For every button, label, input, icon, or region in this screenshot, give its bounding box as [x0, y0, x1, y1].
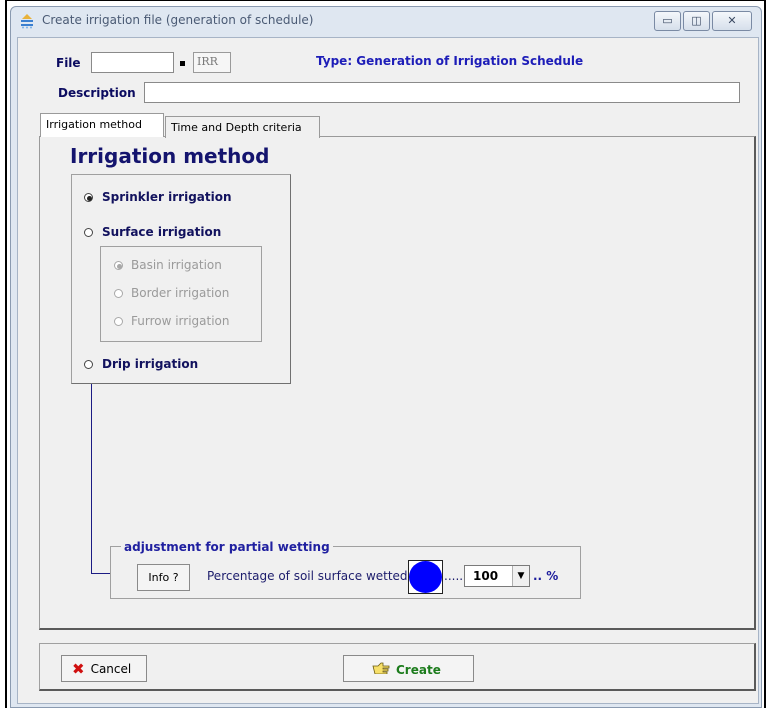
surface-label[interactable]: Surface irrigation: [102, 225, 221, 239]
drip-label[interactable]: Drip irrigation: [102, 357, 198, 371]
file-extension: IRR: [193, 52, 231, 73]
wetted-percentage-label: Percentage of soil surface wetted.: [207, 569, 412, 583]
extension-separator: [180, 61, 185, 66]
irrigation-app-icon: [19, 13, 35, 29]
window-title: Create irrigation file (generation of sc…: [42, 13, 314, 27]
basin-label: Basin irrigation: [131, 258, 222, 272]
create-button[interactable]: Create: [343, 655, 474, 682]
sprinkler-radio[interactable]: [84, 193, 93, 202]
tab-irrigation-method[interactable]: Irrigation method: [40, 113, 164, 137]
maximize-icon: ◫: [691, 14, 702, 27]
percent-unit: .. %: [533, 569, 559, 583]
wetted-percentage-value[interactable]: 100: [473, 569, 498, 583]
close-button[interactable]: ✕: [712, 11, 752, 31]
border-label: Border irrigation: [131, 286, 230, 300]
red-x-icon: ✖: [72, 660, 85, 678]
tab-time-depth-criteria[interactable]: Time and Depth criteria: [165, 116, 320, 138]
pointing-hand-icon: [372, 662, 390, 677]
basin-radio: [114, 261, 123, 270]
wetting-indicator-circle: [409, 561, 442, 593]
file-type-label: Type: Generation of Irrigation Schedule: [316, 54, 584, 68]
sprinkler-label[interactable]: Sprinkler irrigation: [102, 190, 232, 204]
furrow-radio: [114, 317, 123, 326]
cancel-label: Cancel: [90, 662, 132, 676]
maximize-button[interactable]: ◫: [683, 11, 710, 31]
drip-connector-vertical: [91, 384, 92, 574]
tab-label: Time and Depth criteria: [171, 121, 302, 134]
tab-label: Irrigation method: [46, 118, 142, 131]
file-name-input[interactable]: [91, 52, 174, 73]
outer-frame-top: [5, 0, 765, 1]
panel-heading: Irrigation method: [70, 144, 270, 168]
furrow-label: Furrow irrigation: [131, 314, 230, 328]
minimize-icon: ▭: [662, 14, 673, 27]
surface-radio[interactable]: [84, 228, 93, 237]
partial-wetting-title: adjustment for partial wetting: [121, 540, 333, 554]
info-button[interactable]: Info ?: [137, 564, 190, 591]
leader-dots: .....: [444, 569, 464, 583]
outer-frame-right: [764, 0, 766, 708]
description-input[interactable]: [144, 82, 740, 103]
cancel-button[interactable]: ✖ Cancel: [61, 655, 147, 682]
description-label: Description: [58, 86, 136, 100]
dropdown-arrow-icon[interactable]: ▼: [512, 566, 529, 586]
close-icon: ✕: [727, 14, 737, 27]
drip-connector-horizontal: [91, 573, 111, 574]
border-radio: [114, 289, 123, 298]
drip-radio[interactable]: [84, 360, 93, 369]
outer-frame-left: [5, 0, 7, 708]
file-label: File: [56, 56, 81, 70]
minimize-button[interactable]: ▭: [654, 11, 681, 31]
create-label: Create: [396, 662, 441, 677]
